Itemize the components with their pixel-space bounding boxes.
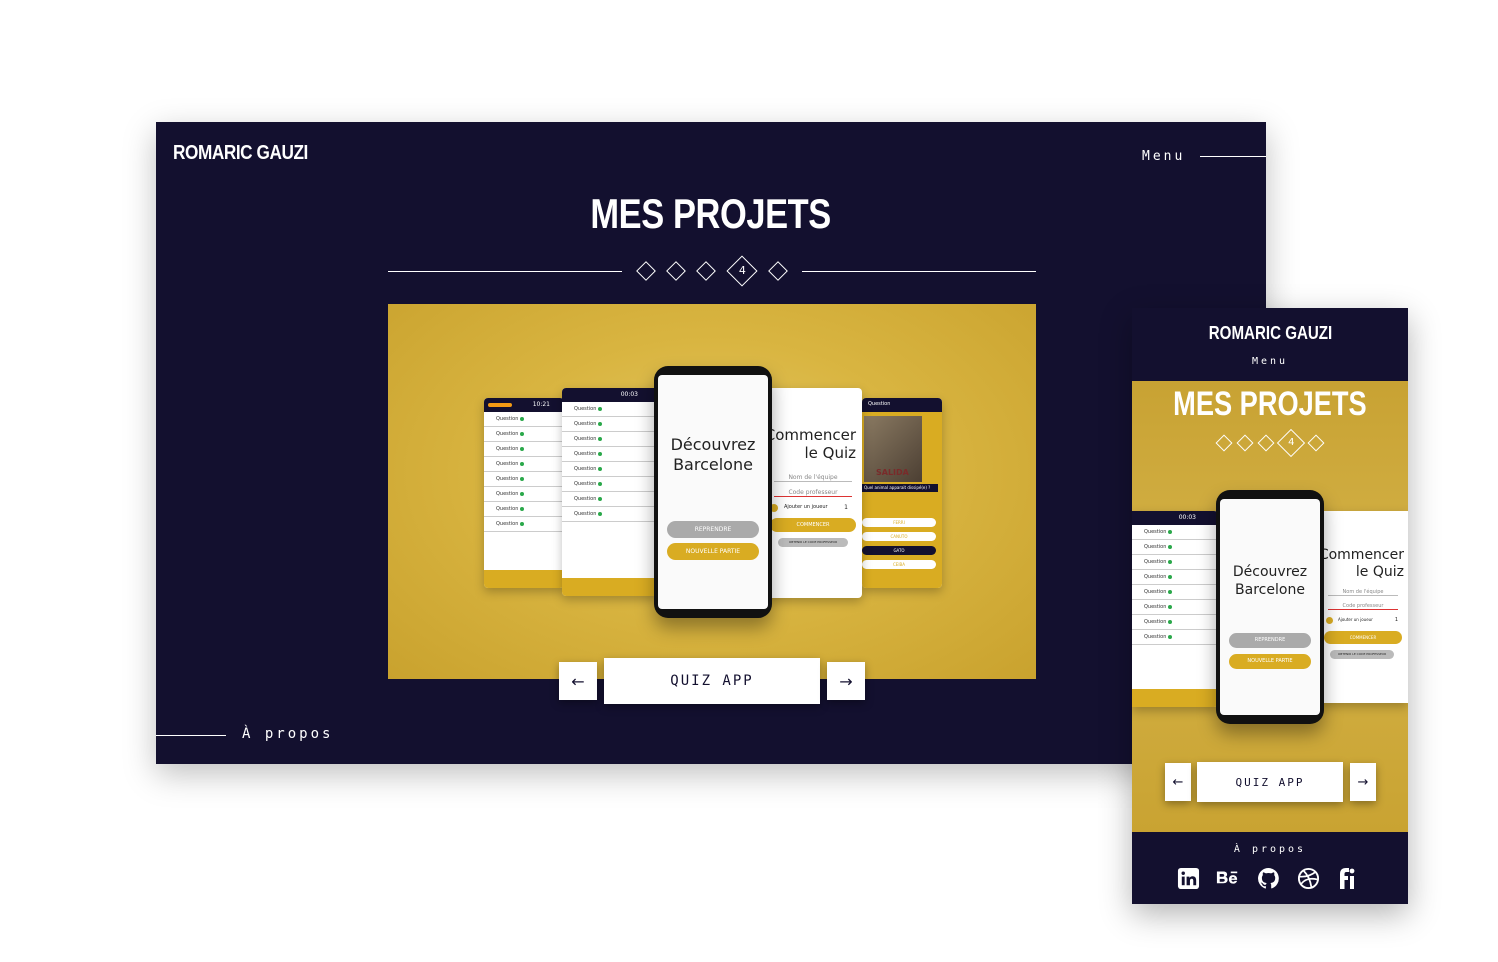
social-links xyxy=(1176,866,1360,890)
mobile-screen-start-quiz: Commencer le Quiz Nom de l'équipe Code p… xyxy=(1318,511,1408,703)
page-title: MES PROJETS xyxy=(590,190,832,237)
dribbble-icon[interactable] xyxy=(1296,866,1320,890)
screen-start-quiz: Commencer le Quiz Nom de l'équipe Code p… xyxy=(764,388,862,598)
arrow-right-icon: → xyxy=(1357,774,1369,790)
next-project-button[interactable]: → xyxy=(827,662,865,700)
about-link[interactable]: À propos xyxy=(242,726,333,742)
mobile-center-phone: Découvrez Barcelone REPRENDRE NOUVELLE P… xyxy=(1216,490,1324,724)
pager-dot-2[interactable] xyxy=(666,261,686,281)
pager-line-right xyxy=(802,271,1036,272)
arrow-left-icon: ← xyxy=(1172,774,1184,790)
about-divider xyxy=(156,735,226,736)
behance-icon[interactable] xyxy=(1216,866,1240,890)
menu-button[interactable]: Menu xyxy=(1142,149,1185,164)
mobile-next-project-button[interactable]: → xyxy=(1350,763,1376,801)
mobile-pager-dot-current[interactable]: 4 xyxy=(1276,428,1306,458)
prev-project-button[interactable]: ← xyxy=(559,662,597,700)
mobile-screen-question-list: 00:03 Question Question Question Questio… xyxy=(1132,511,1218,707)
pager-dot-5[interactable] xyxy=(768,261,788,281)
brand-logo[interactable]: ROMARIC GAUZI xyxy=(173,142,308,165)
menu-divider xyxy=(1200,156,1266,157)
linkedin-icon[interactable] xyxy=(1176,866,1200,890)
mobile-prev-project-button[interactable]: ← xyxy=(1165,763,1191,801)
mobile-pager-dot-3[interactable] xyxy=(1257,434,1275,452)
screen-picture-question: Question SALIDA Quel animal apparait dis… xyxy=(862,398,942,588)
mobile-header: ROMARIC GAUZI Menu xyxy=(1132,308,1408,381)
mobile-project-title-button[interactable]: QUIZ APP xyxy=(1197,762,1343,802)
center-phone: Découvrez Barcelone REPRENDRE NOUVELLE P… xyxy=(654,366,772,618)
screen-question-list-1: 10:21 Question Question Question Questio… xyxy=(484,398,564,588)
project-title-button[interactable]: QUIZ APP xyxy=(604,658,820,704)
freelance-icon[interactable] xyxy=(1336,866,1360,890)
mobile-window: ROMARIC GAUZI Menu MES PROJETS 4 00:03 Q… xyxy=(1132,308,1408,904)
mobile-content: MES PROJETS 4 00:03 Question Question Qu… xyxy=(1132,381,1408,832)
mobile-pager-dot-1[interactable] xyxy=(1215,434,1233,452)
pager-dot-3[interactable] xyxy=(696,261,716,281)
mobile-about-link[interactable]: À propos xyxy=(1132,844,1408,855)
pager-dot-1[interactable] xyxy=(636,261,656,281)
pager-dot-current[interactable]: 4 xyxy=(726,255,758,287)
github-icon[interactable] xyxy=(1256,866,1280,890)
mobile-page-title: MES PROJETS xyxy=(1173,385,1367,423)
project-image: 10:21 Question Question Question Questio… xyxy=(388,304,1036,679)
desktop-window: ROMARIC GAUZI Menu MES PROJETS 4 10:21 Q… xyxy=(156,122,1266,764)
screen-question-list-2: 00:03 Question Question Question Questio… xyxy=(562,388,658,596)
mobile-brand-logo[interactable]: ROMARIC GAUZI xyxy=(1132,323,1408,344)
mobile-pager-dot-2[interactable] xyxy=(1236,434,1254,452)
pager-line-left xyxy=(388,271,622,272)
arrow-left-icon: ← xyxy=(571,671,585,691)
mobile-footer: À propos xyxy=(1132,832,1408,904)
mobile-pager-dot-5[interactable] xyxy=(1307,434,1325,452)
arrow-right-icon: → xyxy=(839,671,853,691)
mobile-menu-button[interactable]: Menu xyxy=(1132,356,1408,367)
